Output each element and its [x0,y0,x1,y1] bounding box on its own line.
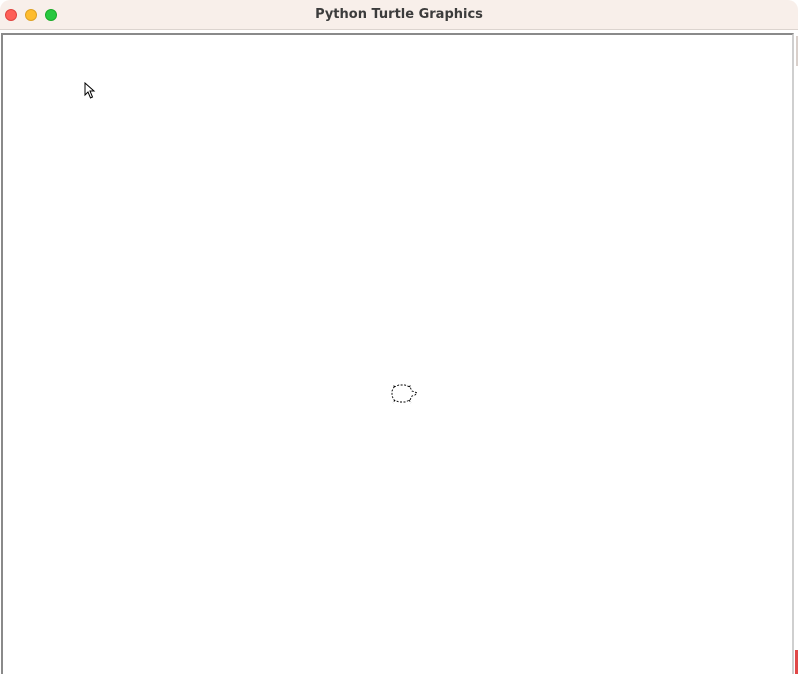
turtle-canvas[interactable] [3,35,792,674]
title-bar[interactable]: Python Turtle Graphics [0,0,798,30]
pointer-cursor-icon [84,82,96,99]
window-title: Python Turtle Graphics [315,7,483,22]
turtle-window: Python Turtle Graphics [0,0,798,674]
turtle-icon [391,384,418,404]
turtle-canvas-frame [1,33,794,674]
